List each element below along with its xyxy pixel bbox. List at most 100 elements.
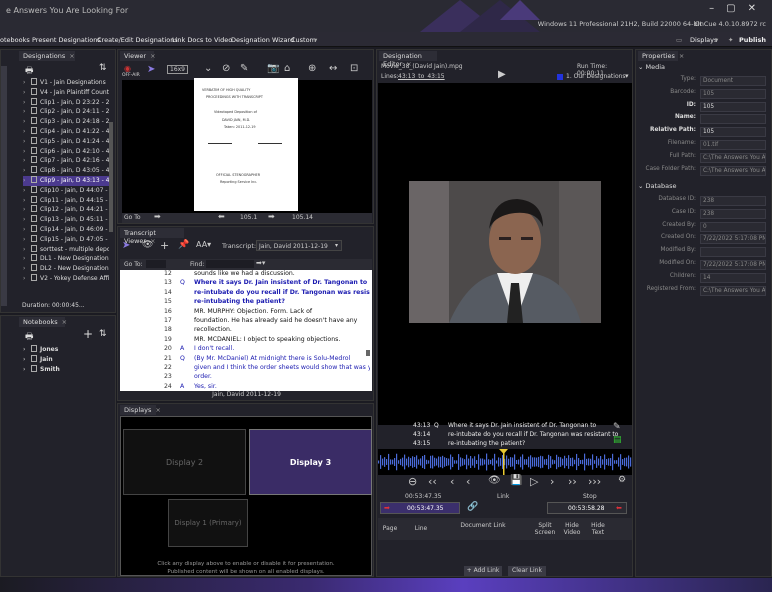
eye-icon[interactable]: 👁: [142, 240, 153, 250]
menu-notebooks[interactable]: otebooks: [0, 36, 30, 44]
play-icon[interactable]: ▶: [498, 69, 506, 80]
display-1-tile[interactable]: Display 1 (Primary): [168, 499, 248, 547]
chevron-right-icon[interactable]: ›: [23, 346, 31, 353]
tab-designations[interactable]: Designations ×: [19, 51, 75, 61]
transcript-line[interactable]: 12 sounds like we had a discussion.: [120, 270, 370, 279]
play-pause-icon[interactable]: ▷: [530, 475, 538, 488]
add-icon[interactable]: +: [160, 239, 169, 252]
close-icon[interactable]: ×: [679, 52, 684, 60]
link-icon[interactable]: 🔗: [467, 502, 478, 512]
chevron-right-icon[interactable]: ›: [23, 366, 31, 373]
designation-item[interactable]: › Clip9 - Jain, D 43:13 - 44:0: [23, 176, 109, 186]
tree-scrollbar[interactable]: [109, 122, 113, 232]
transcript-body[interactable]: 12 sounds like we had a discussion. 13 Q Whe…: [120, 270, 372, 391]
lines-value[interactable]: 43:13_to_43:15: [398, 73, 445, 80]
chevron-right-icon[interactable]: ›: [23, 99, 31, 106]
designation-item[interactable]: › Clip1 - Jain, D 23:22 - 24:0: [23, 97, 109, 108]
next-icon[interactable]: ››: [568, 475, 577, 488]
chevron-right-icon[interactable]: ›: [23, 108, 31, 115]
transcript-line[interactable]: 16 MR. MURPHY: Objection. Form. Lack of: [120, 308, 370, 317]
display-3-tile[interactable]: Display 3: [249, 429, 372, 495]
transcript-line[interactable]: 24 A Yes, sir.: [120, 383, 370, 391]
chevron-down-icon[interactable]: ⌄: [204, 63, 212, 74]
transcript-line[interactable]: 18 recollection.: [120, 326, 370, 335]
designation-item[interactable]: › V4 - Jain Plaintiff Counter: [23, 87, 109, 98]
designation-item[interactable]: › Clip3 - Jain, D 24:18 - 24:2: [23, 117, 109, 127]
out-point-field[interactable]: 00:53:58.28 ⬅: [547, 502, 627, 514]
step-back-fine-icon[interactable]: ‹: [466, 475, 470, 488]
transcript-line[interactable]: 17 foundation. He has already said he doe…: [120, 317, 370, 326]
publish-button[interactable]: Publish: [739, 36, 766, 44]
notebook-item[interactable]: › Jones: [23, 345, 109, 355]
designation-item[interactable]: › Clip5 - Jain, D 41:24 - 42:0: [23, 136, 109, 147]
chevron-right-icon[interactable]: ›: [23, 177, 31, 184]
chevron-right-icon[interactable]: ›: [23, 246, 31, 253]
link-table-column[interactable]: Line: [406, 525, 436, 532]
transcript-line[interactable]: 21 Q (By Mr. McDaniel) At midnight there i…: [120, 355, 370, 364]
chevron-right-icon[interactable]: ›: [23, 148, 31, 155]
menu-designation-wizard[interactable]: Designation Wizard: [231, 36, 294, 44]
chevron-right-icon[interactable]: ›: [23, 226, 31, 233]
close-icon[interactable]: ×: [150, 52, 155, 60]
chevron-right-icon[interactable]: ›: [23, 197, 31, 204]
designation-item[interactable]: › Clip7 - Jain, D 42:16 - 42:2: [23, 156, 109, 166]
property-value[interactable]: [700, 114, 766, 125]
menu-link-docs[interactable]: Link Docs to Video: [172, 36, 232, 44]
link-table-column[interactable]: Split Screen: [532, 522, 558, 536]
transcript-line[interactable]: 23 order.: [120, 373, 370, 382]
sort-icon[interactable]: ⇅: [99, 63, 107, 73]
fit-page-icon[interactable]: ⊡: [350, 63, 358, 74]
chevron-right-icon[interactable]: ›: [23, 157, 31, 164]
designation-item[interactable]: › Clip14 - Jain, D 46:09 - 46:: [23, 225, 109, 235]
camera-icon[interactable]: 📷: [267, 63, 279, 74]
menu-create-edit[interactable]: Create/Edit Designations: [97, 36, 178, 44]
designation-set-select[interactable]: 1. Our Designations: [566, 73, 626, 80]
designation-item[interactable]: › DL1 - New Designation Lis: [23, 254, 109, 264]
clear-link-button[interactable]: Clear Link: [508, 566, 546, 576]
chevron-right-icon[interactable]: ›: [23, 206, 31, 213]
prev-icon[interactable]: ‹‹: [428, 475, 437, 488]
notebook-item[interactable]: › Smith: [23, 364, 109, 375]
link-table-column[interactable]: Document Link: [448, 522, 518, 529]
pen-icon[interactable]: ✎: [240, 63, 248, 74]
notebook-item[interactable]: › Jain: [23, 354, 109, 365]
displays-menu[interactable]: Displays: [690, 36, 717, 44]
pin-icon[interactable]: 📌: [178, 240, 189, 250]
set-out-icon[interactable]: ⬅: [616, 504, 622, 512]
in-point-field[interactable]: ➡ 00:53:47.35: [380, 502, 460, 514]
prev-page-icon[interactable]: ⬅: [218, 212, 225, 221]
pointer-icon[interactable]: ➤: [147, 64, 155, 75]
chevron-right-icon[interactable]: ›: [23, 118, 31, 125]
chevron-right-icon[interactable]: ›: [23, 236, 31, 243]
transcript-line[interactable]: 20 A I don't recall.: [120, 345, 370, 354]
chevron-right-icon[interactable]: ›: [23, 128, 31, 135]
designation-item[interactable]: › Clip2 - Jain, D 24:11 - 24:1: [23, 107, 109, 117]
chevron-down-icon[interactable]: ▾: [314, 36, 317, 44]
rewind-start-icon[interactable]: ⊖: [408, 475, 417, 488]
print-icon[interactable]: 🖶: [25, 63, 34, 79]
chevron-right-icon[interactable]: ›: [23, 275, 31, 282]
designation-item[interactable]: › DL2 - New Designation Lis: [23, 264, 109, 274]
chevron-right-icon[interactable]: ›: [23, 255, 31, 262]
database-section-header[interactable]: ⌄ Database: [638, 182, 677, 190]
step-back-icon[interactable]: ‹: [450, 475, 454, 488]
designation-item[interactable]: › Clip11 - Jain, D 44:15 - 44:: [23, 195, 109, 206]
print-icon[interactable]: 🖶: [25, 329, 34, 345]
designation-item[interactable]: › Clip12 - Jain, D 44:21 - 44:: [23, 205, 109, 215]
media-section-header[interactable]: ⌄ Media: [638, 63, 665, 71]
link-table-column[interactable]: Page: [380, 525, 400, 532]
save-icon[interactable]: 💾: [510, 475, 522, 486]
goto-input[interactable]: [146, 260, 166, 268]
next-page-icon[interactable]: ➡: [268, 212, 275, 221]
transcript-scrollbar[interactable]: [366, 350, 370, 356]
chevron-right-icon[interactable]: ›: [23, 138, 31, 145]
block-icon[interactable]: ⊘: [222, 63, 230, 74]
chevron-right-icon[interactable]: ›: [23, 356, 31, 363]
link-table-column[interactable]: Hide Video: [560, 522, 584, 536]
designation-item[interactable]: › Clip6 - Jain, D 42:10 - 42:1: [23, 146, 109, 157]
transcript-line[interactable]: 14 re-intubate do you recall if Dr. Tango…: [120, 289, 370, 298]
tab-designation-editor[interactable]: Designation Editor ×: [379, 51, 437, 68]
chevron-right-icon[interactable]: ›: [23, 265, 31, 272]
find-input[interactable]: [206, 260, 254, 268]
designation-item[interactable]: › Clip10 - Jain, D 44:07 - 44:: [23, 185, 109, 196]
